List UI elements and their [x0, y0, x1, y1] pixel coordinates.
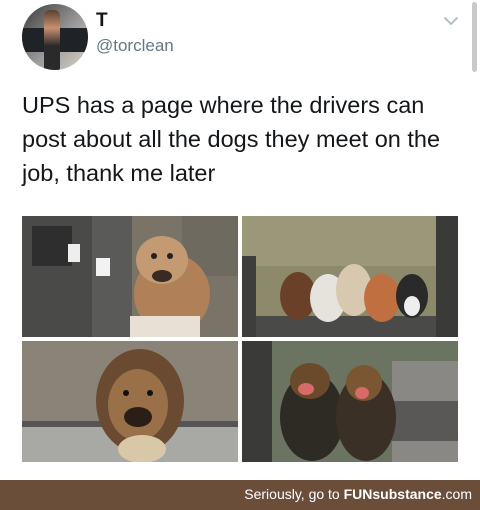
footer-bar: Seriously, go to FUNsubstance.com	[0, 480, 480, 510]
footer-watermark[interactable]: Seriously, go to FUNsubstance.com	[244, 486, 472, 502]
scrollbar[interactable]	[472, 2, 477, 72]
tweet-card: T @torclean UPS has a page where the dri…	[0, 0, 480, 480]
user-handle[interactable]: @torclean	[96, 36, 174, 56]
footer-brand: FUNsubstance	[343, 486, 442, 502]
dog-photo-2[interactable]	[242, 216, 458, 337]
dog-photo-3[interactable]	[22, 341, 238, 462]
display-name[interactable]: T	[96, 10, 108, 32]
avatar-person	[44, 10, 60, 70]
dog-photo-4[interactable]	[242, 341, 458, 462]
dog-photo-1[interactable]	[22, 216, 238, 337]
footer-prefix: Seriously, go to	[244, 486, 344, 502]
chevron-down-icon[interactable]	[440, 10, 462, 32]
tweet-text: UPS has a page where the drivers can pos…	[22, 92, 441, 186]
footer-suffix: .com	[441, 486, 472, 502]
photo-grid	[22, 216, 458, 462]
avatar[interactable]	[22, 4, 88, 70]
